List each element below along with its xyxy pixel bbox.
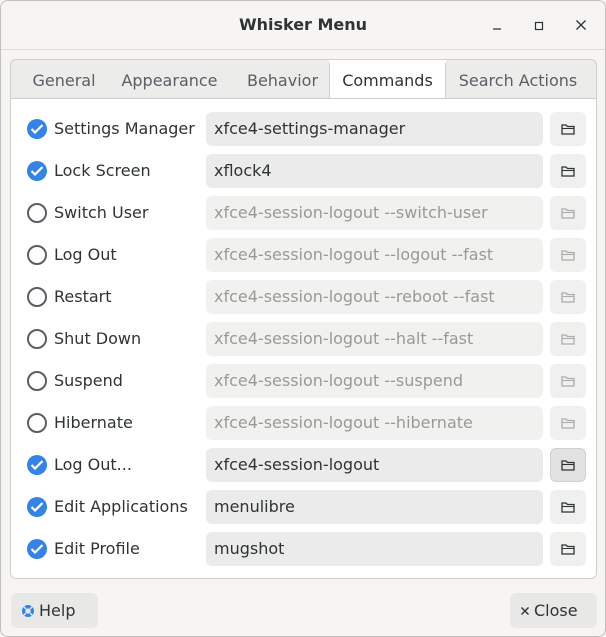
browse-button[interactable]: [550, 448, 586, 482]
checkbox-suspend[interactable]: [27, 371, 47, 391]
command-row: Suspend xfce4-session-logout --suspend: [11, 363, 596, 399]
minimize-button[interactable]: [485, 13, 509, 37]
window-title: Whisker Menu: [238, 15, 368, 34]
command-label: Edit Applications: [54, 497, 188, 516]
command-entry: xfce4-session-logout --hibernate: [206, 406, 543, 440]
settings-notebook: General Appearance Behavior Commands Sea…: [10, 59, 597, 579]
minimize-icon: [492, 16, 502, 35]
help-button[interactable]: Help: [11, 593, 98, 628]
command-row: Restart xfce4-session-logout --reboot --…: [11, 279, 596, 315]
titlebar: Whisker Menu: [1, 1, 605, 50]
command-row: Log Out... xfce4-session-logout: [11, 447, 596, 483]
command-label: Shut Down: [54, 329, 142, 348]
close-window-button[interactable]: [569, 13, 593, 37]
browse-button: [550, 280, 586, 314]
command-label: Lock Screen: [54, 161, 151, 180]
folder-icon: [561, 498, 575, 517]
command-label: Switch User: [54, 203, 149, 222]
maximize-button[interactable]: [527, 13, 551, 37]
browse-button: [550, 322, 586, 356]
command-entry[interactable]: xfce4-settings-manager: [206, 112, 543, 146]
checkbox-hibernate[interactable]: [27, 413, 47, 433]
maximize-icon: [534, 16, 544, 35]
close-button[interactable]: Close: [510, 593, 597, 628]
folder-icon: [561, 456, 575, 475]
command-label: Edit Profile: [54, 539, 140, 558]
command-label: Log Out: [54, 245, 117, 264]
checkbox-log-out[interactable]: [27, 245, 47, 265]
browse-button: [550, 406, 586, 440]
folder-icon: [561, 288, 575, 307]
help-label: Help: [39, 601, 76, 620]
tab-bar: General Appearance Behavior Commands Sea…: [10, 59, 597, 101]
checkbox-settings-manager[interactable]: [27, 119, 47, 139]
browse-button[interactable]: [550, 490, 586, 524]
folder-icon: [561, 540, 575, 559]
browse-button: [550, 238, 586, 272]
command-label: Log Out...: [54, 455, 132, 474]
folder-icon: [561, 162, 575, 181]
command-row: Shut Down xfce4-session-logout --halt --…: [11, 321, 596, 357]
command-entry: xfce4-session-logout --switch-user: [206, 196, 543, 230]
close-icon: [575, 16, 587, 35]
command-entry: xfce4-session-logout --halt --fast: [206, 322, 543, 356]
browse-button[interactable]: [550, 112, 586, 146]
command-entry[interactable]: menulibre: [206, 490, 543, 524]
tab-commands[interactable]: Commands: [329, 60, 446, 101]
browse-button: [550, 196, 586, 230]
tab-general[interactable]: General: [19, 60, 109, 100]
close-label: Close: [534, 601, 578, 620]
folder-icon: [561, 204, 575, 223]
tab-behavior[interactable]: Behavior: [234, 60, 331, 100]
command-row: Switch User xfce4-session-logout --switc…: [11, 195, 596, 231]
command-row: Edit Applications menulibre: [11, 489, 596, 525]
browse-button[interactable]: [550, 154, 586, 188]
checkbox-lock-screen[interactable]: [27, 161, 47, 181]
checkbox-switch-user[interactable]: [27, 203, 47, 223]
command-label: Restart: [54, 287, 112, 306]
browse-button: [550, 364, 586, 398]
checkbox-edit-applications[interactable]: [27, 497, 47, 517]
command-label: Suspend: [54, 371, 123, 390]
checkbox-log-out-dialog[interactable]: [27, 455, 47, 475]
command-entry: xfce4-session-logout --logout --fast: [206, 238, 543, 272]
command-row: Log Out xfce4-session-logout --logout --…: [11, 237, 596, 273]
tab-appearance[interactable]: Appearance: [111, 60, 228, 100]
command-entry[interactable]: xflock4: [206, 154, 543, 188]
command-row: Settings Manager xfce4-settings-manager: [11, 111, 596, 147]
command-entry[interactable]: xfce4-session-logout: [206, 448, 543, 482]
commands-page: Settings Manager xfce4-settings-manager …: [10, 98, 597, 579]
close-icon: [520, 606, 530, 616]
folder-icon: [561, 414, 575, 433]
checkbox-restart[interactable]: [27, 287, 47, 307]
folder-icon: [561, 330, 575, 349]
whisker-menu-settings-window: Whisker Menu General Appearance Behavior…: [0, 0, 606, 637]
command-row: Edit Profile mugshot: [11, 531, 596, 567]
command-label: Settings Manager: [54, 119, 195, 138]
folder-icon: [561, 120, 575, 139]
command-label: Hibernate: [54, 413, 133, 432]
command-entry: xfce4-session-logout --suspend: [206, 364, 543, 398]
tab-search-actions[interactable]: Search Actions: [448, 60, 588, 100]
command-row: Hibernate xfce4-session-logout --hiberna…: [11, 405, 596, 441]
folder-icon: [561, 372, 575, 391]
command-row: Lock Screen xflock4: [11, 153, 596, 189]
command-entry[interactable]: mugshot: [206, 532, 543, 566]
folder-icon: [561, 246, 575, 265]
browse-button[interactable]: [550, 532, 586, 566]
checkbox-edit-profile[interactable]: [27, 539, 47, 559]
checkbox-shut-down[interactable]: [27, 329, 47, 349]
command-entry: xfce4-session-logout --reboot --fast: [206, 280, 543, 314]
help-icon: [21, 604, 35, 618]
